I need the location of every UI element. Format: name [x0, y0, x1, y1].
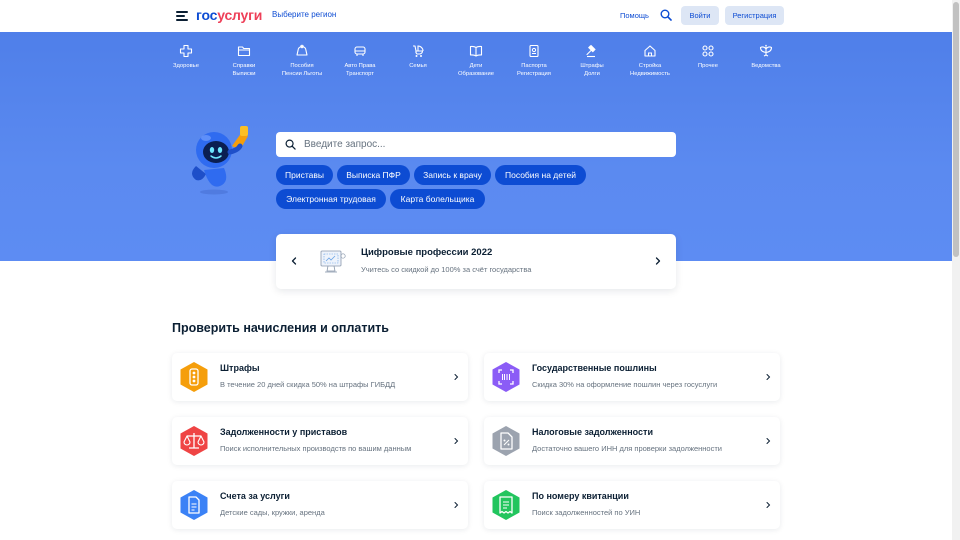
bill-icon [180, 490, 208, 520]
card-bailiff-debts[interactable]: Задолженности у приставов Поиск исполнит… [172, 417, 468, 465]
category-health[interactable]: Здоровье [158, 44, 214, 71]
card-subtitle: Поиск задолженностей по УИН [532, 508, 641, 517]
computer-illustration-icon [320, 250, 346, 273]
card-subtitle: В течение 20 дней скидка 50% на штрафы Г… [220, 380, 396, 389]
card-state-duties[interactable]: Государственные пошлины Скидка 30% на оф… [484, 353, 780, 401]
chevron-right-icon [454, 438, 459, 444]
register-button[interactable]: Регистрация [725, 6, 784, 25]
category-passports[interactable]: Паспорта Регистрация [506, 44, 562, 78]
chip-doctor-appointment[interactable]: Запись к врачу [414, 165, 491, 185]
category-benefits[interactable]: Пособия Пенсии Льготы [274, 44, 330, 78]
chevron-right-icon [766, 502, 771, 508]
chip-pfr-statement[interactable]: Выписка ПФР [337, 165, 410, 185]
chip-child-benefits[interactable]: Пособия на детей [495, 165, 586, 185]
car-icon [354, 46, 366, 56]
header: госуслуги Выберите регион Помощь Войти Р… [0, 0, 952, 32]
chip-bailiffs[interactable]: Приставы [276, 165, 333, 185]
card-title: Задолженности у приставов [220, 427, 348, 437]
chip-fan-card[interactable]: Карта болельщика [390, 189, 485, 209]
category-agencies[interactable]: Ведомства [738, 44, 794, 71]
section-title: Проверить начисления и оплатить [172, 321, 389, 335]
card-subtitle: Достаточно вашего ИНН для проверки задол… [532, 444, 722, 453]
promo-card[interactable]: Цифровые профессии 2022 Учитесь со скидк… [276, 234, 676, 289]
gosuslugi-logo[interactable]: госуслуги [196, 7, 262, 23]
category-certificates[interactable]: Справки Выписки [216, 44, 272, 78]
gavel-icon [586, 44, 596, 58]
receipt-icon [492, 490, 520, 520]
card-service-bills[interactable]: Счета за услуги Детские сады, кружки, ар… [172, 481, 468, 529]
traffic-light-icon [180, 362, 208, 392]
robot-mascot [192, 126, 248, 195]
health-cross-icon [179, 44, 193, 58]
card-title: Штрафы [220, 363, 260, 373]
category-construction[interactable]: Стройка Недвижимость [622, 44, 678, 78]
grid-icon [702, 45, 714, 57]
chevron-left-icon[interactable] [288, 255, 300, 267]
card-tax-debts[interactable]: Налоговые задолженности Достаточно вашег… [484, 417, 780, 465]
search-icon[interactable] [660, 9, 672, 21]
document-percent-icon [492, 426, 520, 456]
chevron-right-icon [766, 438, 771, 444]
house-icon [644, 45, 656, 57]
help-link[interactable]: Помощь [620, 11, 649, 20]
card-fines[interactable]: Штрафы В течение 20 дней скидка 50% на ш… [172, 353, 468, 401]
chevron-right-icon [454, 502, 459, 508]
scan-icon [492, 362, 520, 392]
search-icon [285, 139, 296, 150]
card-subtitle: Поиск исполнительных производств по ваши… [220, 444, 412, 453]
passport-icon [529, 44, 539, 58]
card-subtitle: Скидка 30% на оформление пошлин через го… [532, 380, 718, 389]
stroller-icon [413, 45, 424, 57]
region-link[interactable]: Выберите регион [272, 10, 336, 19]
card-title: Государственные пошлины [532, 363, 657, 373]
chevron-right-icon [454, 374, 459, 380]
promo-subtitle: Учитесь со скидкой до 100% за счёт госуд… [361, 265, 532, 274]
search-input[interactable]: Введите запрос... [276, 132, 676, 157]
card-receipt-number[interactable]: По номеру квитанции Поиск задолженностей… [484, 481, 780, 529]
search-placeholder: Введите запрос... [304, 139, 386, 150]
login-button[interactable]: Войти [681, 6, 719, 25]
hero-section: Здоровье Справки Выписки Пособия Пенсии Ль… [0, 32, 952, 261]
emblem-icon [759, 44, 773, 57]
scrollbar-thumb[interactable] [953, 2, 959, 257]
card-title: Счета за услуги [220, 491, 290, 501]
category-other[interactable]: Прочее [680, 44, 736, 71]
chip-electronic-workbook[interactable]: Электронная трудовая [276, 189, 386, 209]
page-scrollbar[interactable] [952, 0, 960, 540]
folder-icon [237, 46, 251, 57]
card-subtitle: Детские сады, кружки, аренда [220, 508, 325, 517]
piggy-bank-icon [296, 44, 308, 56]
book-icon [469, 45, 483, 57]
category-auto[interactable]: Авто Права Транспорт [332, 44, 388, 78]
card-title: Налоговые задолженности [532, 427, 653, 437]
chevron-right-icon[interactable] [652, 255, 664, 267]
promo-title: Цифровые профессии 2022 [361, 247, 493, 258]
menu-icon[interactable] [176, 11, 188, 21]
category-family[interactable]: Семья [390, 44, 446, 71]
category-children[interactable]: Дети Образование [448, 44, 504, 78]
category-fines[interactable]: Штрафы Долги [564, 44, 620, 78]
chevron-right-icon [766, 374, 771, 380]
scales-icon [180, 426, 208, 456]
card-title: По номеру квитанции [532, 491, 629, 501]
category-nav: Здоровье Справки Выписки Пособия Пенсии Ль… [172, 44, 781, 84]
